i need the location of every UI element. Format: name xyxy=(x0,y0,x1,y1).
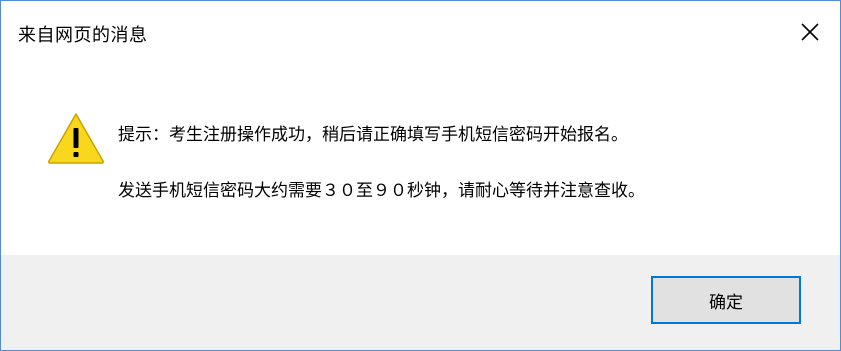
message-line-1: 提示：考生注册操作成功，稍后请正确填写手机短信密码开始报名。 xyxy=(118,125,628,145)
dialog-title: 来自网页的消息 xyxy=(18,25,148,46)
message-dialog: 来自网页的消息 提示：考生注册操作成功，稍后请正确填写手机短信密码开始报名。 发… xyxy=(0,0,841,351)
dialog-titlebar[interactable]: 来自网页的消息 xyxy=(1,1,840,63)
warning-icon xyxy=(47,113,105,164)
message-line-2: 发送手机短信密码大约需要３０至９０秒钟，请耐心等待并注意查收。 xyxy=(118,181,645,201)
dialog-content: 提示：考生注册操作成功，稍后请正确填写手机短信密码开始报名。 发送手机短信密码大… xyxy=(1,63,840,255)
dialog-footer: 确定 xyxy=(1,255,840,350)
close-icon xyxy=(801,23,819,41)
ok-button[interactable]: 确定 xyxy=(651,276,801,324)
close-button[interactable] xyxy=(792,15,828,49)
